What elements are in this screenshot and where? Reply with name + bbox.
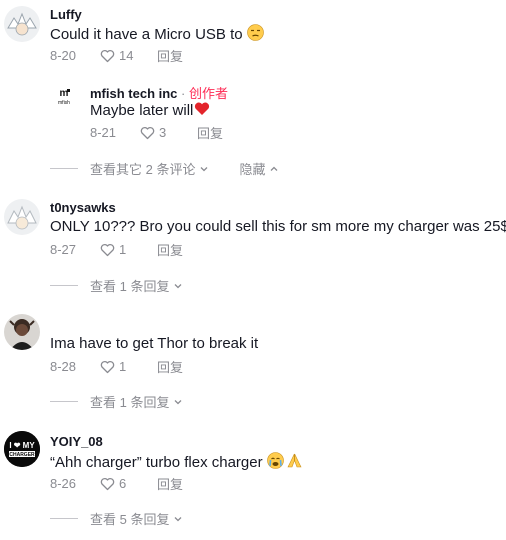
avatar-text-bottom: CHARGER: [9, 452, 35, 458]
hide-replies-button[interactable]: 隐藏: [239, 159, 279, 178]
like-count: 14: [119, 48, 134, 63]
comment-username[interactable]: Luffy: [50, 7, 82, 22]
comment-meta: 8-21 3 回复: [90, 123, 223, 142]
view-replies-button[interactable]: 查看 5 条回复: [90, 509, 183, 528]
chevron-down-icon: [201, 166, 208, 171]
thread-controls: 查看其它 2 条评论 隐藏: [50, 159, 279, 178]
comment-meta: 8-27 1 回复: [50, 240, 183, 259]
reply-button[interactable]: 回复: [157, 240, 183, 259]
view-replies-label: 查看 1 条回复: [90, 395, 170, 410]
comment-date: 8-20: [50, 48, 77, 63]
reply-username[interactable]: mfish tech inc: [90, 86, 177, 101]
thread-controls: 查看 1 条回复: [50, 276, 183, 295]
creator-badge: 创作者: [188, 86, 228, 101]
like-button[interactable]: 6: [100, 476, 141, 491]
view-replies-label: 查看 1 条回复: [90, 279, 170, 294]
heart-outline-icon: [100, 477, 115, 490]
thread-divider: [50, 168, 78, 169]
comment-username[interactable]: t0nysawks: [50, 200, 116, 215]
heart-outline-icon: [140, 126, 155, 139]
view-more-replies-label: 查看其它 2 条评论: [90, 162, 196, 177]
comment-body: ONLY 10??? Bro you could sell this for s…: [50, 218, 506, 235]
comment-body: Could it have a Micro USB to: [50, 26, 243, 43]
view-replies-button[interactable]: 查看 1 条回复: [90, 276, 183, 295]
comment-body: Ima have to get Thor to break it: [50, 335, 259, 352]
like-count: 6: [119, 476, 127, 491]
like-button[interactable]: 1: [100, 359, 141, 374]
hide-replies-label: 隐藏: [239, 162, 266, 177]
chevron-down-icon: [175, 399, 182, 404]
view-replies-button[interactable]: 查看 1 条回复: [90, 392, 183, 411]
like-button[interactable]: 14: [100, 48, 141, 63]
reply-button[interactable]: 回复: [157, 357, 183, 376]
heart-outline-icon: [100, 360, 115, 373]
comment-body: “Ahh charger” turbo flex charger: [50, 454, 263, 471]
comment-date: 8-26: [50, 476, 77, 491]
comment-meta: 8-26 6 回复: [50, 474, 183, 493]
view-replies-label: 查看 5 条回复: [90, 512, 170, 527]
thread-controls: 查看 5 条回复: [50, 509, 183, 528]
heart-outline-icon: [100, 49, 115, 62]
comment-date: 8-27: [50, 242, 77, 257]
view-more-replies-button[interactable]: 查看其它 2 条评论: [90, 159, 209, 178]
red-heart-icon: [194, 101, 210, 120]
heart-outline-icon: [100, 243, 115, 256]
comment-username[interactable]: YOIY_08: [50, 434, 103, 449]
comment-username[interactable]: mfish tech inc · 创作者: [90, 83, 228, 102]
unamused-face-icon: [246, 24, 264, 45]
comment-text: ONLY 10??? Bro you could sell this for s…: [50, 218, 506, 235]
svg-text:mfish: mfish: [58, 100, 70, 106]
avatar[interactable]: [4, 6, 40, 42]
like-count: 1: [119, 242, 127, 257]
like-count: 3: [159, 125, 167, 140]
comment-text: Ima have to get Thor to break it: [50, 335, 258, 352]
like-count: 1: [119, 359, 127, 374]
avatar[interactable]: I ❤ MY CHARGER: [4, 431, 40, 467]
avatar[interactable]: m mfish: [52, 84, 76, 108]
comment-meta: 8-20 14 回复: [50, 46, 183, 65]
reply-button[interactable]: 回复: [197, 123, 223, 142]
thread-divider: [50, 285, 78, 286]
chevron-down-icon: [175, 283, 182, 288]
chevron-up-icon: [271, 166, 278, 171]
comment-body: Maybe later will: [90, 102, 194, 119]
chevron-down-icon: [175, 516, 182, 521]
like-button[interactable]: 1: [100, 242, 141, 257]
comment-text: “Ahh charger” turbo flex charger: [50, 452, 303, 473]
comment-meta: 8-28 1 回复: [50, 357, 183, 376]
reply-button[interactable]: 回复: [157, 474, 183, 493]
avatar-text-top: I ❤ MY: [9, 441, 35, 450]
comment-date: 8-28: [50, 359, 77, 374]
thread-divider: [50, 518, 78, 519]
author-separator: ·: [177, 86, 189, 101]
comment-date: 8-21: [90, 125, 117, 140]
praying-hands-icon: [286, 452, 303, 473]
avatar[interactable]: [4, 199, 40, 235]
reply-button[interactable]: 回复: [157, 46, 183, 65]
avatar[interactable]: [4, 314, 40, 350]
thread-controls: 查看 1 条回复: [50, 392, 183, 411]
crying-face-icon: [266, 452, 284, 473]
like-button[interactable]: 3: [140, 125, 181, 140]
comment-text: Could it have a Micro USB to: [50, 24, 264, 45]
comment-text: Maybe later will: [90, 101, 210, 120]
thread-divider: [50, 401, 78, 402]
